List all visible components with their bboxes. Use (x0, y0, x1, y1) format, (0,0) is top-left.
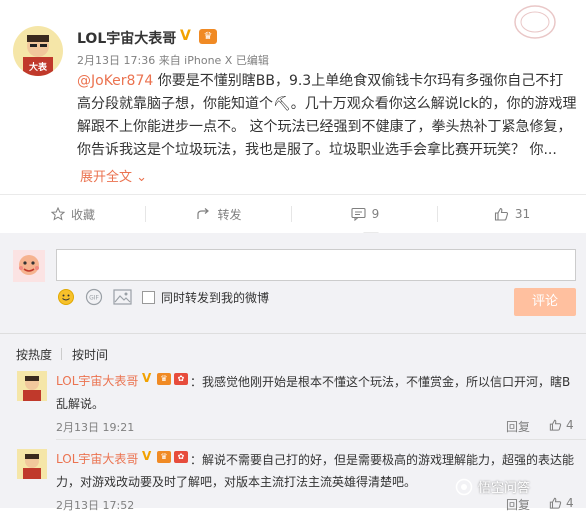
author-name[interactable]: LOL宇宙大表哥 (77, 28, 176, 48)
favorite-button[interactable]: 收藏 (0, 195, 146, 233)
sort-by-time-tab[interactable]: 按时间 (72, 346, 108, 363)
comment-input[interactable] (56, 249, 576, 281)
post-content: @JoKer874 你要是不懂别瞎BB，9.3上单绝食双偷钱卡尔玛有多强你自己不… (77, 70, 577, 162)
forward-icon (197, 208, 210, 219)
comment-time: 2月13日 19:21 (56, 421, 135, 434)
star-icon (50, 207, 65, 221)
comment-text: ：我感觉他刚开始是根本不懂这个玩法，不懂赏金，所以信口开河，瞎B乱解说。 (56, 375, 571, 411)
comment-button[interactable]: 9 (292, 195, 438, 233)
favorite-label: 收藏 (70, 207, 95, 222)
comment-like-count: 4 (566, 418, 574, 432)
forward-checkbox[interactable] (142, 291, 155, 304)
submit-comment-button[interactable]: 评论 (514, 288, 576, 316)
thumbs-up-icon (494, 207, 508, 221)
comment-divider (56, 439, 586, 440)
author-avatar[interactable]: 大表 (13, 26, 63, 76)
post-meta: 2月13日 17:36 来自 iPhone X 已编辑 (77, 54, 269, 67)
gif-icon[interactable]: GIF (85, 288, 103, 310)
svg-text:大表: 大表 (29, 61, 48, 73)
image-icon[interactable] (113, 288, 132, 310)
like-count: 31 (514, 207, 531, 221)
like-button[interactable]: 31 (438, 195, 586, 233)
weibo-post: 大表 LOL宇宙大表哥 V ♛ 2月13日 17:36 来自 iPhone X … (0, 0, 586, 194)
forward-label: 转发 (217, 207, 242, 222)
watermark-stamp-icon (512, 2, 558, 42)
svg-text:GIF: GIF (89, 295, 99, 302)
forward-option-label: 同时转发到我的微博 (161, 291, 270, 305)
reply-button[interactable]: 回复 (506, 418, 530, 435)
emoji-icon[interactable] (57, 288, 75, 310)
vip-icon: ♛ (199, 29, 217, 44)
sort-bar: 按热度 按时间 (0, 333, 586, 372)
commenter-avatar[interactable] (17, 449, 47, 479)
mention-link[interactable]: @JoKer874 (77, 73, 153, 89)
comment-like-button[interactable]: 4 (549, 418, 574, 432)
also-forward-option[interactable]: 同时转发到我的微博 (142, 289, 269, 306)
commenter-avatar[interactable] (17, 371, 47, 401)
thumbs-up-icon (549, 497, 562, 509)
thumbs-up-icon (549, 419, 562, 431)
wukong-watermark: 悟空问答 (455, 477, 530, 496)
comments-panel: GIF 同时转发到我的微博 评论 按热度 按时间 LOL宇宙大表哥 V ♛ ✿ … (0, 233, 586, 512)
wukong-logo-icon (455, 478, 473, 495)
comment-count: 9 (371, 207, 380, 221)
sort-by-hot-tab[interactable]: 按热度 (16, 346, 52, 363)
comment-icon (351, 207, 366, 221)
verified-v-icon: V (180, 28, 191, 44)
watermark-text: 悟空问答 (478, 481, 531, 496)
expand-full-text-link[interactable]: 展开全文 ⌄ (80, 166, 147, 185)
forward-button[interactable]: 转发 (146, 195, 292, 233)
my-avatar (13, 250, 45, 282)
post-action-bar: 收藏 转发 9 31 (0, 194, 586, 234)
reply-button[interactable]: 回复 (506, 496, 530, 513)
comment-time: 2月13日 17:52 (56, 499, 135, 512)
